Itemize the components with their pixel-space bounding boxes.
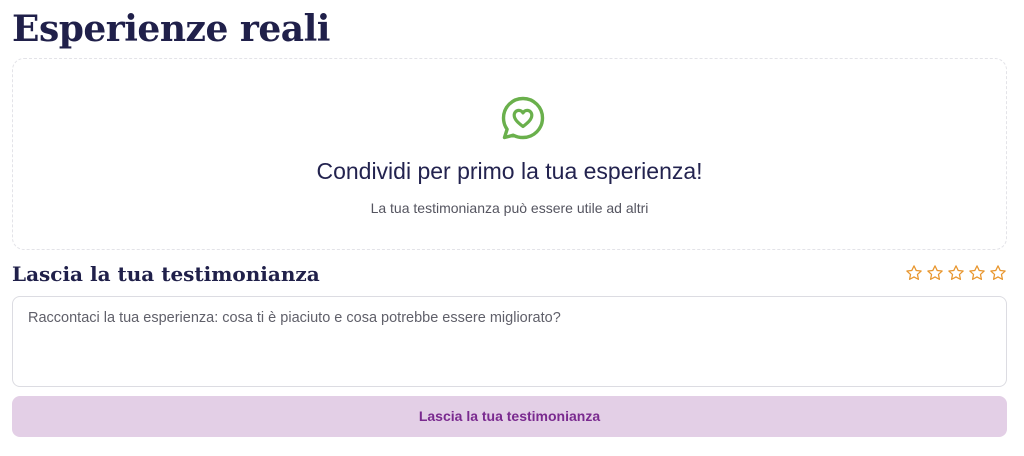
star-icon-4[interactable]: [968, 264, 986, 282]
star-icon-1[interactable]: [905, 264, 923, 282]
section-title: Esperienze reali: [12, 8, 330, 50]
chat-heart-icon: [501, 96, 545, 140]
star-icon-5[interactable]: [989, 264, 1007, 282]
star-icon-3[interactable]: [947, 264, 965, 282]
rating-stars: [905, 264, 1007, 282]
form-title: Lascia la tua testimonianza: [12, 262, 320, 286]
submit-testimonial-button[interactable]: Lascia la tua testimonianza: [12, 396, 1007, 437]
star-icon-2[interactable]: [926, 264, 944, 282]
empty-state-subtitle: La tua testimonianza può essere utile ad…: [370, 200, 649, 216]
testimonial-textarea[interactable]: [12, 296, 1007, 387]
testimonials-section: Esperienze reali Condividi per primo la …: [0, 0, 1024, 456]
empty-state-card: Condividi per primo la tua esperienza! L…: [12, 58, 1007, 250]
empty-state-title: Condividi per primo la tua esperienza!: [316, 158, 703, 184]
